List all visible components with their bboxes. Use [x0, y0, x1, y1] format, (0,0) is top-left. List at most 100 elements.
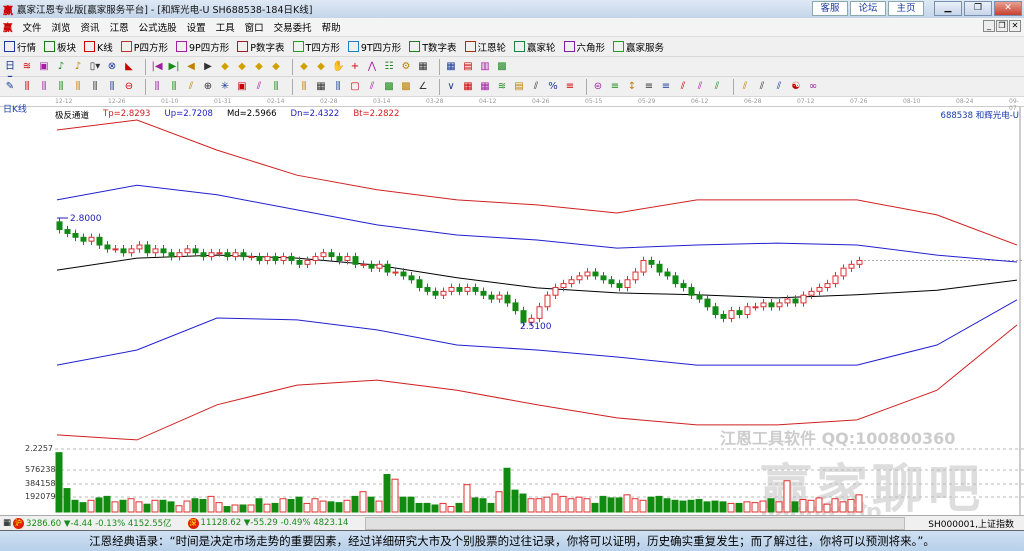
toolbar-tool-icon[interactable]: ⫽	[773, 81, 785, 93]
toolbar-tool-icon[interactable]: ✋	[332, 61, 344, 73]
toolbar-tool-icon[interactable]: ⫼	[106, 81, 118, 93]
toolbar-tool-icon[interactable]: ▶	[202, 61, 214, 73]
minimize-button[interactable]: ▁	[934, 1, 962, 16]
toolbar-tool-icon[interactable]: ≋	[496, 81, 508, 93]
toolbar-tool-icon[interactable]: ⫼	[332, 81, 344, 93]
toolbar-tool-icon[interactable]: ▶|	[168, 61, 180, 73]
toolbar-tool-icon[interactable]: ▩	[383, 81, 395, 93]
toolbar-tool-icon[interactable]: ≋	[21, 61, 33, 73]
toolbar-P9[interactable]: 9P四方形	[176, 40, 229, 54]
mdi-close-button[interactable]: ✕	[1009, 20, 1021, 32]
toolbar-tool-icon[interactable]: ✎	[4, 81, 16, 93]
toolbar-tool-icon[interactable]: ◆	[298, 61, 310, 73]
horizontal-scrollbar[interactable]	[365, 517, 905, 530]
toolbar-tool-icon[interactable]: ⫽	[185, 81, 197, 93]
toolbar-tool-icon[interactable]: ▣	[38, 61, 50, 73]
toolbar-tool-icon[interactable]: ⚙	[400, 61, 412, 73]
homepage-link[interactable]: 主页	[888, 1, 924, 16]
toolbar-tool-icon[interactable]: ⫽	[694, 81, 706, 93]
toolbar-tool-icon[interactable]: ≡	[609, 81, 621, 93]
toolbar-tool-icon[interactable]: ▢	[349, 81, 361, 93]
toolbar-tool-icon[interactable]: ▦	[462, 81, 474, 93]
toolbar-tool-icon[interactable]: ⫼	[72, 81, 84, 93]
toolbar-tool-icon[interactable]: ≡	[564, 81, 576, 93]
toolbar-tool-icon[interactable]: ⫼	[38, 81, 50, 93]
toolbar-tool-icon[interactable]: ◆	[236, 61, 248, 73]
menu-window[interactable]: 窗口	[245, 20, 264, 34]
toolbar-tool-icon[interactable]: 日▾	[4, 61, 16, 84]
toolbar-tool-icon[interactable]: |◀	[151, 61, 163, 73]
toolbar-tool-icon[interactable]: ♪	[72, 61, 84, 73]
close-button[interactable]: ✕	[994, 1, 1022, 16]
toolbar-tool-icon[interactable]: ⫼	[55, 81, 67, 93]
menu-help[interactable]: 帮助	[322, 20, 341, 34]
toolbar-tool-icon[interactable]: ▦	[445, 61, 457, 73]
toolbar-tool-icon[interactable]: ▩	[400, 81, 412, 93]
toolbar-tool-icon[interactable]: ⫽	[366, 81, 378, 93]
toolbar-grid-icon[interactable]: 行情	[4, 40, 36, 54]
toolbar-T4[interactable]: T四方形	[292, 40, 340, 54]
toolbar-tool-icon[interactable]: ◆	[219, 61, 231, 73]
mdi-restore-button[interactable]: ❐	[996, 20, 1008, 32]
toolbar-tool-icon[interactable]: ⫼	[270, 81, 282, 93]
toolbar-tool-icon[interactable]: ↕	[626, 81, 638, 93]
toolbar-tool-icon[interactable]: ∞	[807, 81, 819, 93]
toolbar-PN[interactable]: P数字表	[237, 40, 285, 54]
toolbar-tool-icon[interactable]: ▦	[479, 81, 491, 93]
toolbar-tool-icon[interactable]: ⫼	[168, 81, 180, 93]
toolbar-tool-icon[interactable]: ∠	[417, 81, 429, 93]
toolbar-tool-icon[interactable]: ▦	[315, 81, 327, 93]
toolbar-TN[interactable]: T数字表	[409, 40, 457, 54]
toolbar-blocks-icon[interactable]: 板块	[44, 40, 76, 54]
menu-gann[interactable]: 江恩	[110, 20, 129, 34]
toolbar-tool-icon[interactable]: ⫽	[530, 81, 542, 93]
toolbar-tool-icon[interactable]: ▣	[236, 81, 248, 93]
toolbar-tool-icon[interactable]: ≡	[660, 81, 672, 93]
toolbar-tool-icon[interactable]: ⊕	[202, 81, 214, 93]
toolbar-tool-icon[interactable]: ⫽	[711, 81, 723, 93]
toolbar-tool-icon[interactable]: ▦	[417, 61, 429, 73]
toolbar-tool-icon[interactable]: ⊖	[123, 81, 135, 93]
toolbar-tool-icon[interactable]: ⫼	[151, 81, 163, 93]
toolbar-tool-icon[interactable]: ▤	[513, 81, 525, 93]
toolbar-tool-icon[interactable]: ◀	[185, 61, 197, 73]
toolbar-tool-icon[interactable]: ◆	[315, 61, 327, 73]
toolbar-tool-icon[interactable]: ⫽	[739, 81, 751, 93]
toolbar-tool-icon[interactable]: ▩	[496, 61, 508, 73]
toolbar-tool-icon[interactable]: ▤	[462, 61, 474, 73]
toolbar-tool-icon[interactable]: ▯▾	[89, 61, 101, 73]
toolbar-tool-icon[interactable]: ⫼	[21, 81, 33, 93]
toolbar-tool-icon[interactable]: ♪	[55, 61, 67, 73]
toolbar-tool-icon[interactable]: ☷	[383, 61, 395, 73]
mdi-minimize-button[interactable]: _	[983, 20, 995, 32]
toolbar-tool-icon[interactable]: ⫽	[677, 81, 689, 93]
toolbar-tool-icon[interactable]: ⫽	[756, 81, 768, 93]
toolbar-tool-icon[interactable]: ⫼	[298, 81, 310, 93]
toolbar-tool-icon[interactable]: ◆	[253, 61, 265, 73]
toolbar-tool-icon[interactable]: ⊗	[106, 61, 118, 73]
menu-trade[interactable]: 交易委托	[274, 20, 312, 34]
toolbar-tool-icon[interactable]: ▥	[479, 61, 491, 73]
toolbar-tool-icon[interactable]: ✳	[219, 81, 231, 93]
toolbar-tool-icon[interactable]: ⋀	[366, 61, 378, 73]
toolbar-dollar-icon[interactable]: 赢家服务	[613, 40, 664, 54]
menu-settings[interactable]: 设置	[187, 20, 206, 34]
menu-browse[interactable]: 浏览	[52, 20, 71, 34]
toolbar-tool-icon[interactable]: ⫽	[253, 81, 265, 93]
toolbar-tool-icon[interactable]: ☯	[790, 81, 802, 93]
toolbar-wheel-icon[interactable]: 江恩轮	[464, 40, 506, 54]
restore-button[interactable]: ❐	[964, 1, 992, 16]
menu-tools[interactable]: 工具	[216, 20, 235, 34]
menu-news[interactable]: 资讯	[81, 20, 100, 34]
calculator-icon[interactable]: ▦	[3, 518, 11, 528]
forum-link[interactable]: 论坛	[850, 1, 886, 16]
toolbar-tool-icon[interactable]: +	[349, 61, 361, 73]
kline-chart[interactable]: 2.8000 2.5100	[0, 107, 1024, 515]
toolbar-tool-icon[interactable]: ⫼	[89, 81, 101, 93]
service-link[interactable]: 客服	[812, 1, 848, 16]
menu-file[interactable]: 文件	[23, 20, 42, 34]
toolbar-tool-icon[interactable]: ◣	[123, 61, 135, 73]
toolbar-hexagon-icon[interactable]: 六角形	[563, 40, 605, 54]
toolbar-tool-icon[interactable]: ≡	[643, 81, 655, 93]
toolbar-kline-icon[interactable]: K线	[84, 40, 113, 54]
